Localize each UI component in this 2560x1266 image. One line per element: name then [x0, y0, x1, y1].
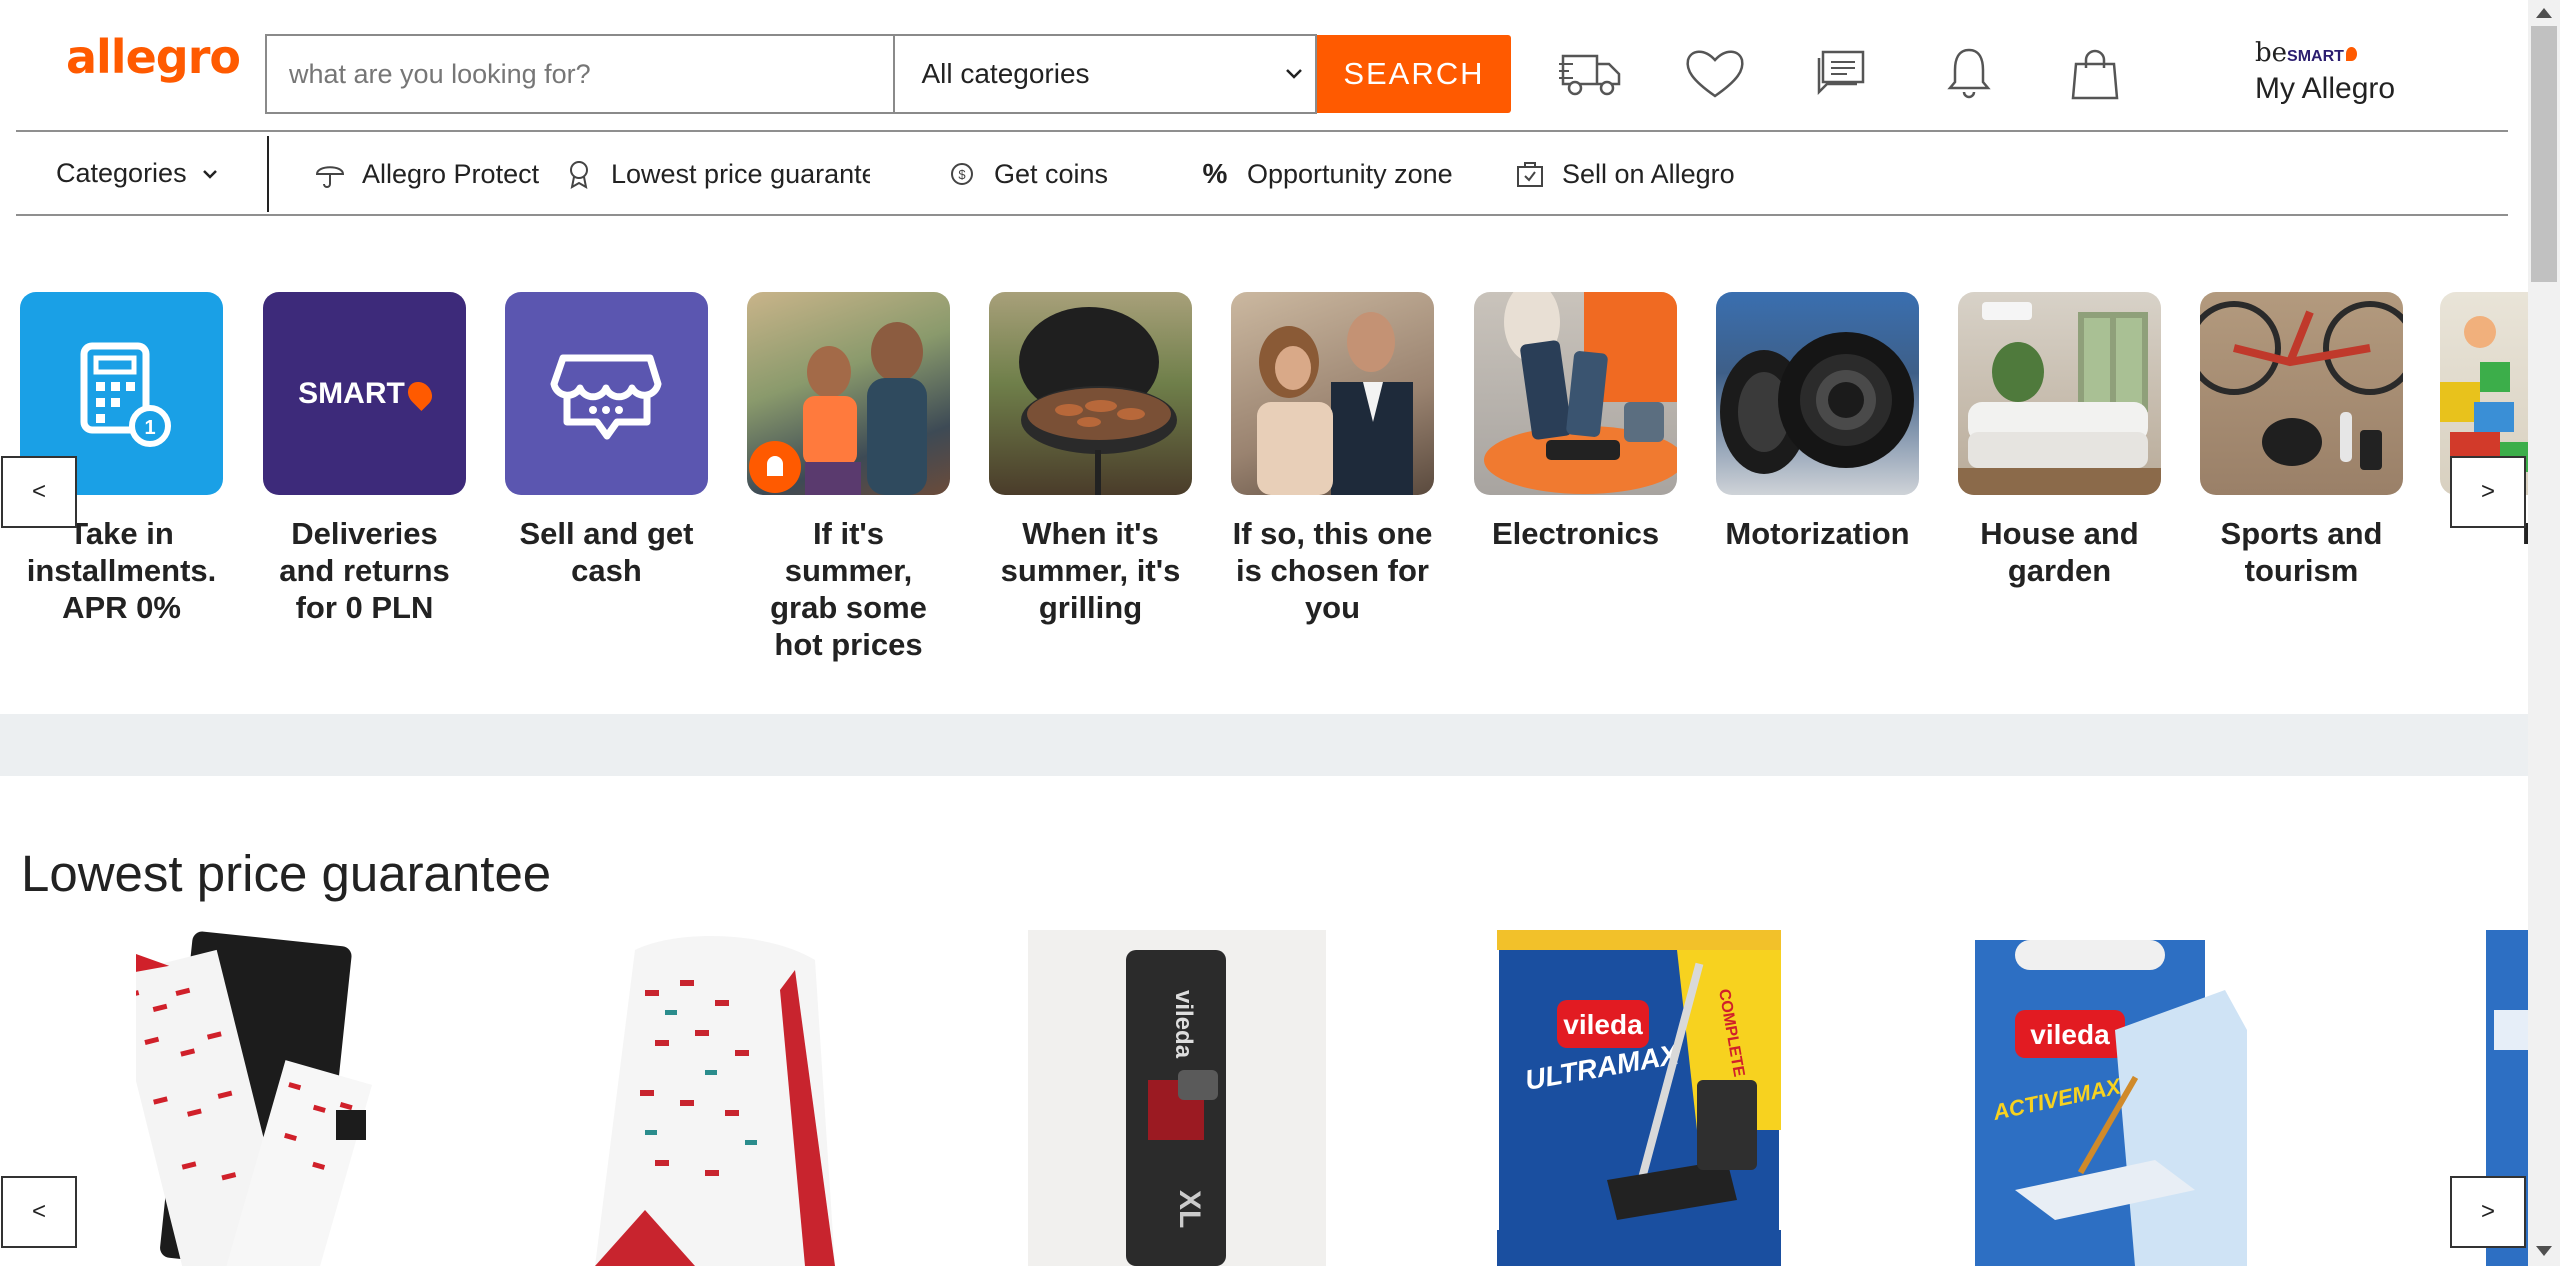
- sell-icon: [1514, 158, 1546, 190]
- coin-icon: $: [946, 158, 978, 190]
- product-card[interactable]: vileda XL: [1028, 930, 1326, 1266]
- nav-item-opportunity-zone[interactable]: % Opportunity zone: [1199, 158, 1453, 190]
- tile-label: Sell and get cash: [519, 516, 694, 588]
- electronics-photo: [1474, 292, 1677, 495]
- tile-sell-and-get-cash[interactable]: Sell and get cash: [505, 292, 708, 589]
- tile-house-and-garden[interactable]: House and garden: [1958, 292, 2161, 589]
- categories-label: Categories: [56, 158, 187, 188]
- product-brand: vileda: [1170, 990, 1197, 1059]
- couple-photo: [747, 292, 950, 495]
- smart-badge-text: SMART: [298, 376, 405, 410]
- carousel-prev-button[interactable]: <: [1, 456, 77, 528]
- section-separator: [0, 714, 2528, 776]
- besmart-be: be: [2255, 38, 2288, 68]
- tile-label: Deliveries and returns for 0 PLN: [279, 516, 450, 625]
- product-card[interactable]: vileda ACTIVEMAX: [1955, 930, 2247, 1266]
- product-size: XL: [1173, 1190, 1206, 1228]
- svg-text:1: 1: [144, 417, 155, 439]
- tile-chosen-for-you[interactable]: If so, this one is chosen for you: [1231, 292, 1434, 626]
- search-button[interactable]: SEARCH: [1316, 35, 1511, 113]
- tile-label: If it's summer, grab some hot prices: [770, 516, 927, 662]
- bell-icon[interactable]: [1934, 42, 2004, 104]
- scrollbar-thumb[interactable]: [2531, 26, 2557, 282]
- tile-sports-and-tourism[interactable]: Sports and tourism: [2200, 292, 2403, 589]
- shopping-bag-icon[interactable]: [2060, 42, 2130, 104]
- tile-label: Sports and tourism: [2220, 516, 2383, 588]
- nav-item-sell-on-allegro[interactable]: Sell on Allegro: [1514, 158, 1735, 190]
- product-card[interactable]: [585, 930, 845, 1266]
- medal-icon: [563, 158, 595, 190]
- search-input[interactable]: [265, 34, 894, 114]
- nav-divider-bottom: [16, 214, 2508, 216]
- nav-item-get-coins[interactable]: $ Get coins: [946, 158, 1108, 190]
- percent-icon: %: [1202, 158, 1228, 189]
- products-prev-button[interactable]: <: [1, 1176, 77, 1248]
- nav-item-label: Lowest price guarantee: [611, 158, 870, 189]
- tile-summer-hot-prices[interactable]: If it's summer, grab some hot prices: [747, 292, 950, 663]
- chevron-down-icon: [202, 169, 217, 179]
- products-next-button[interactable]: >: [2450, 1176, 2526, 1248]
- category-select[interactable]: All categories: [893, 34, 1317, 114]
- tile-label: When it's summer, it's grilling: [1000, 516, 1181, 625]
- allegro-logo[interactable]: allegro: [66, 30, 241, 84]
- product-card[interactable]: [136, 930, 376, 1266]
- smart-pin-icon: [402, 376, 437, 411]
- scroll-down-icon[interactable]: [2536, 1246, 2552, 1256]
- mop-pad-image: [136, 931, 373, 1266]
- tile-label: Take in installments. APR 0%: [26, 516, 217, 625]
- search-bar: All categories SEARCH: [265, 34, 1511, 114]
- tile-label: Electronics: [1491, 516, 1660, 551]
- tile-smart-delivery[interactable]: SMART Deliveries and returns for 0 PLN: [263, 292, 466, 626]
- smart-logo: SMART: [263, 292, 466, 495]
- tile-label: Motorization: [1725, 516, 1910, 551]
- grill-photo: [989, 292, 1192, 495]
- delivery-truck-icon[interactable]: [1557, 42, 1627, 104]
- nav-item-label: Opportunity zone: [1247, 158, 1453, 189]
- header-divider: [16, 130, 2508, 132]
- tile-label: House and garden: [1980, 516, 2139, 588]
- shop-icon: [505, 292, 708, 495]
- nav-item-lowest-price-guarantee[interactable]: Lowest price guarantee: [563, 158, 870, 190]
- section-title: Lowest price guarantee: [21, 845, 552, 902]
- besmart-dot-icon: [2345, 47, 2357, 61]
- umbrella-icon: [314, 158, 346, 190]
- nav-item-label: Get coins: [994, 158, 1109, 189]
- tires-photo: [1716, 292, 1919, 495]
- nav-item-label: Sell on Allegro: [1562, 158, 1735, 189]
- besmart-badge[interactable]: beSMART: [2255, 38, 2357, 68]
- couple-suit-photo: [1231, 292, 1434, 495]
- product-card[interactable]: vileda ULTRAMAX COMPLETE SET: [1497, 930, 1781, 1266]
- tile-electronics[interactable]: Electronics: [1474, 292, 1677, 552]
- scroll-up-icon[interactable]: [2536, 8, 2552, 18]
- vileda-activemax-image: vileda ACTIVEMAX: [1975, 940, 2247, 1266]
- tile-label: If so, this one is chosen for you: [1232, 516, 1433, 625]
- tile-motorization[interactable]: Motorization: [1716, 292, 1919, 552]
- category-select-value: All categories: [921, 58, 1090, 89]
- nav-divider: [267, 136, 269, 212]
- messages-icon[interactable]: [1807, 42, 1877, 104]
- my-allegro-link[interactable]: My Allegro: [2255, 72, 2395, 106]
- chevron-down-icon: [1285, 69, 1302, 79]
- besmart-smart: SMART: [2287, 48, 2344, 65]
- bicycle-photo: [2200, 292, 2403, 495]
- svg-text:$: $: [958, 167, 966, 182]
- nav-item-label: Allegro Protect: [362, 158, 540, 189]
- product-brand: vileda: [2030, 1019, 2110, 1050]
- vileda-ultramax-set-image: vileda ULTRAMAX COMPLETE SET: [1497, 930, 1781, 1266]
- nav-item-allegro-protect[interactable]: Allegro Protect: [314, 158, 539, 190]
- mop-head-xl-image: vileda XL: [1126, 950, 1226, 1266]
- mop-cover-image: [595, 936, 835, 1266]
- living-room-photo: [1958, 292, 2161, 495]
- heart-icon[interactable]: [1680, 42, 1750, 104]
- tile-summer-grilling[interactable]: When it's summer, it's grilling: [989, 292, 1192, 626]
- carousel-next-button[interactable]: >: [2450, 456, 2526, 528]
- product-brand: vileda: [1563, 1009, 1643, 1040]
- categories-dropdown[interactable]: Categories: [56, 158, 219, 189]
